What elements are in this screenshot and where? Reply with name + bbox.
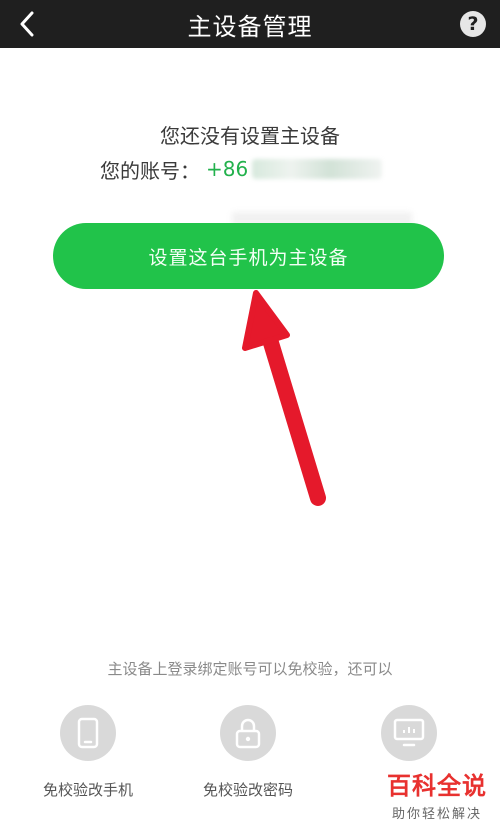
feature-change-phone[interactable]: 免校验改手机 [8, 705, 168, 800]
account-number-prefix: +86 [206, 157, 249, 181]
phone-icon [77, 717, 99, 749]
top-bar: 主设备管理 ? [0, 0, 500, 48]
account-number-redacted [252, 159, 383, 179]
lock-icon [235, 718, 261, 749]
page-title: 主设备管理 [187, 12, 313, 41]
watermark-main-text: 百科全说 [387, 772, 487, 800]
feature-icon-circle [220, 705, 276, 761]
monitor-icon [393, 718, 425, 747]
feature-label: 免校验改手机 [42, 781, 133, 799]
feature-icon-circle [381, 705, 437, 761]
account-label: 您的账号： [100, 158, 200, 183]
watermark-sub-text: 助你轻松解决 [391, 807, 482, 822]
back-button[interactable] [12, 6, 42, 42]
chevron-left-icon [20, 11, 34, 37]
feature-change-password[interactable]: 免校验改密码 [168, 705, 328, 800]
help-icon[interactable]: ? [460, 11, 486, 37]
feature-third[interactable] [329, 705, 489, 761]
main-device-footnote: 主设备上登录绑定账号可以免校验，还可以 [107, 660, 393, 678]
account-line: 您的账号： +86 [100, 154, 383, 184]
feature-icon-circle [60, 705, 116, 761]
no-main-device-notice: 您还没有设置主设备 [160, 124, 340, 148]
watermark-logo: 百科全说 助你轻松解决 [378, 766, 496, 822]
set-main-device-button[interactable]: 设置这台手机为主设备 [53, 223, 444, 289]
feature-label: 免校验改密码 [202, 781, 293, 799]
